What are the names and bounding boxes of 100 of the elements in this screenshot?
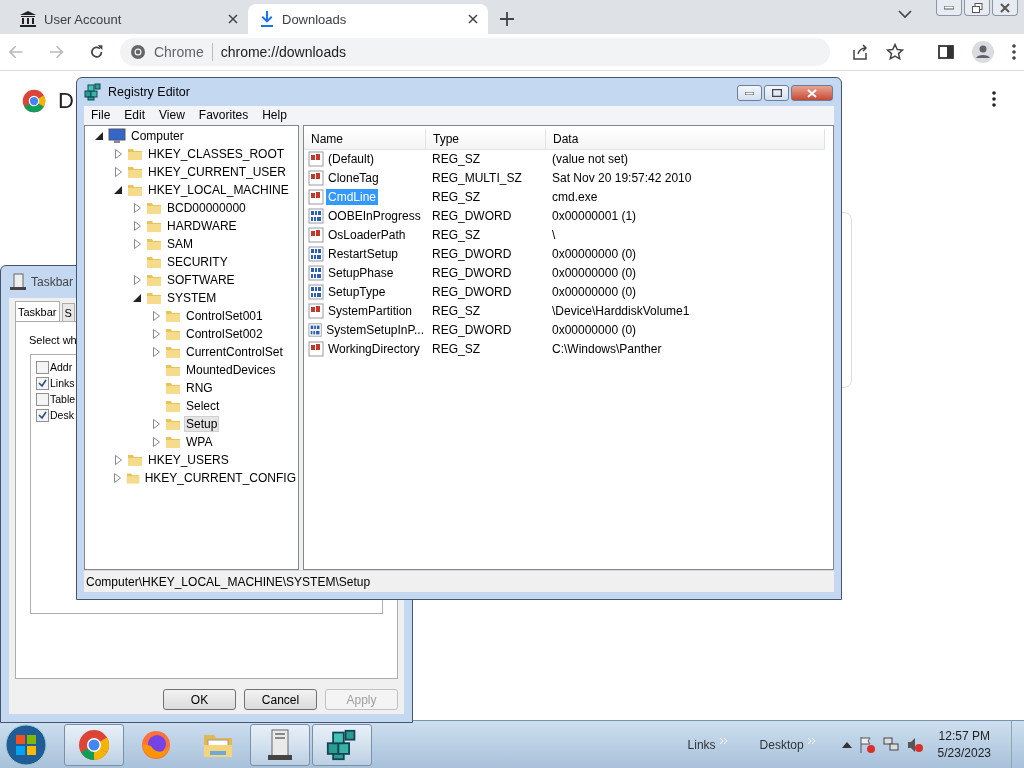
column-header[interactable]: Type bbox=[426, 128, 546, 149]
tree-item[interactable]: ControlSet001 bbox=[184, 307, 265, 324]
value-name[interactable]: (Default) bbox=[326, 151, 376, 168]
browser-tab[interactable]: Downloads bbox=[248, 4, 488, 34]
tree-item[interactable]: WPA bbox=[184, 433, 215, 450]
window-title: Registry Editor bbox=[108, 84, 190, 99]
collapsed-arrow-icon[interactable] bbox=[114, 148, 122, 159]
side-panel-icon[interactable] bbox=[938, 44, 954, 60]
status-path: Computer\HKEY_LOCAL_MACHINE\SYSTEM\Setup bbox=[86, 574, 371, 589]
reload-icon[interactable] bbox=[88, 44, 104, 60]
dialog-button[interactable]: OK bbox=[163, 689, 236, 710]
expanded-arrow-icon[interactable] bbox=[114, 185, 122, 194]
tree-item[interactable]: ControlSet002 bbox=[184, 325, 265, 342]
checkbox[interactable] bbox=[36, 408, 49, 422]
tree-item[interactable]: CurrentControlSet bbox=[184, 343, 285, 360]
tree-item[interactable]: HARDWARE bbox=[165, 217, 239, 234]
tree-item[interactable]: Select bbox=[184, 397, 222, 414]
tree-item[interactable]: MountedDevices bbox=[184, 361, 278, 378]
value-name[interactable]: SetupPhase bbox=[326, 265, 396, 282]
menu-icon[interactable] bbox=[992, 91, 996, 107]
toolbar-menu[interactable]: Links bbox=[681, 736, 734, 753]
column-header[interactable]: Data bbox=[546, 128, 825, 149]
value-name[interactable]: SystemPartition bbox=[326, 303, 415, 320]
maximize-icon bbox=[771, 89, 782, 97]
tree-item[interactable]: HKEY_CURRENT_USER bbox=[146, 163, 289, 180]
checkbox-label: Addr bbox=[50, 361, 73, 373]
collapsed-arrow-icon[interactable] bbox=[113, 472, 121, 483]
tree-item[interactable]: SECURITY bbox=[165, 253, 230, 270]
dialog-tab[interactable]: S bbox=[61, 303, 75, 321]
minimize-button[interactable] bbox=[737, 85, 762, 101]
address-bar[interactable]: Chrome chrome://downloads bbox=[119, 38, 830, 66]
column-header[interactable]: Name bbox=[304, 128, 426, 149]
tree-item[interactable]: SOFTWARE bbox=[165, 271, 237, 288]
menu-item[interactable]: Edit bbox=[117, 108, 153, 123]
dialog-button[interactable]: Cancel bbox=[244, 689, 317, 710]
checkbox[interactable] bbox=[36, 392, 49, 406]
value-name[interactable]: OOBEInProgress bbox=[326, 208, 423, 225]
collapsed-arrow-icon[interactable] bbox=[152, 310, 160, 321]
value-type: REG_SZ bbox=[431, 304, 481, 319]
collapsed-arrow-icon[interactable] bbox=[133, 274, 141, 285]
flag-icon[interactable] bbox=[857, 735, 876, 754]
menu-item[interactable]: File bbox=[84, 108, 118, 123]
collapsed-arrow-icon[interactable] bbox=[152, 346, 160, 357]
toolbar-menu[interactable]: Desktop bbox=[753, 736, 822, 753]
value-name[interactable]: RestartSetup bbox=[326, 246, 401, 263]
collapsed-arrow-icon[interactable] bbox=[114, 166, 122, 177]
star-icon[interactable] bbox=[886, 43, 904, 61]
profile-icon[interactable] bbox=[972, 41, 994, 63]
tree-item[interactable]: BCD00000000 bbox=[165, 199, 248, 216]
expanded-arrow-icon[interactable] bbox=[133, 293, 141, 302]
collapsed-arrow-icon[interactable] bbox=[152, 418, 160, 429]
up-arrow-icon[interactable] bbox=[841, 741, 852, 748]
menu-item[interactable]: Help bbox=[255, 108, 294, 123]
value-data: \Device\HarddiskVolume1 bbox=[551, 304, 691, 319]
value-type: REG_SZ bbox=[431, 152, 481, 167]
menu-icon[interactable] bbox=[1012, 44, 1016, 60]
menu-item[interactable]: Favorites bbox=[191, 108, 256, 123]
maximize-button[interactable] bbox=[764, 85, 789, 101]
collapsed-arrow-icon[interactable] bbox=[133, 202, 141, 213]
close-button[interactable] bbox=[992, 0, 1018, 16]
collapsed-arrow-icon[interactable] bbox=[133, 220, 141, 231]
close-icon[interactable] bbox=[228, 14, 238, 24]
tree-item[interactable]: HKEY_CURRENT_CONFIG bbox=[142, 469, 298, 486]
new-tab-icon[interactable] bbox=[500, 12, 514, 26]
value-name[interactable]: CloneTag bbox=[326, 170, 381, 187]
tree-item[interactable]: Setup bbox=[184, 415, 220, 432]
close-button[interactable] bbox=[791, 85, 833, 101]
value-data: 0x00000001 (1) bbox=[551, 209, 638, 224]
tree-item[interactable]: HKEY_CLASSES_ROOT bbox=[146, 145, 287, 162]
checkbox[interactable] bbox=[36, 376, 49, 390]
tree-item[interactable]: HKEY_USERS bbox=[146, 451, 231, 468]
collapsed-arrow-icon[interactable] bbox=[133, 238, 141, 249]
value-name[interactable]: OsLoaderPath bbox=[326, 227, 408, 244]
share-icon[interactable] bbox=[852, 44, 868, 60]
collapsed-arrow-icon[interactable] bbox=[152, 436, 160, 447]
network-icon[interactable] bbox=[881, 735, 900, 754]
taskbar-app-button[interactable] bbox=[250, 723, 310, 766]
menu-item[interactable]: View bbox=[152, 108, 192, 123]
restore-button[interactable] bbox=[964, 0, 990, 16]
value-name[interactable]: SystemSetupInP... bbox=[324, 322, 426, 339]
browser-tab[interactable]: User Account bbox=[8, 4, 248, 34]
tree-item[interactable]: SYSTEM bbox=[165, 289, 219, 306]
value-type: REG_DWORD bbox=[431, 209, 513, 224]
collapsed-arrow-icon[interactable] bbox=[114, 454, 122, 465]
dialog-tab[interactable]: Taskbar bbox=[15, 301, 60, 321]
site-label: Chrome bbox=[153, 44, 204, 60]
tree-item[interactable]: Computer bbox=[129, 127, 186, 144]
tree-item[interactable]: RNG bbox=[184, 379, 215, 396]
chevron-down-icon[interactable] bbox=[898, 10, 912, 19]
expanded-arrow-icon[interactable] bbox=[95, 131, 103, 140]
collapsed-arrow-icon[interactable] bbox=[152, 328, 160, 339]
start-button[interactable] bbox=[4, 722, 48, 767]
tree-item[interactable]: HKEY_LOCAL_MACHINE bbox=[146, 181, 291, 198]
value-name[interactable]: WorkingDirectory bbox=[326, 341, 422, 358]
value-type: REG_DWORD bbox=[431, 323, 513, 338]
tree-item[interactable]: SAM bbox=[165, 235, 195, 252]
taskbar-app-button[interactable] bbox=[312, 723, 372, 766]
checkbox[interactable] bbox=[36, 360, 49, 374]
close-icon[interactable] bbox=[468, 14, 478, 24]
value-name[interactable]: SetupType bbox=[326, 284, 388, 301]
